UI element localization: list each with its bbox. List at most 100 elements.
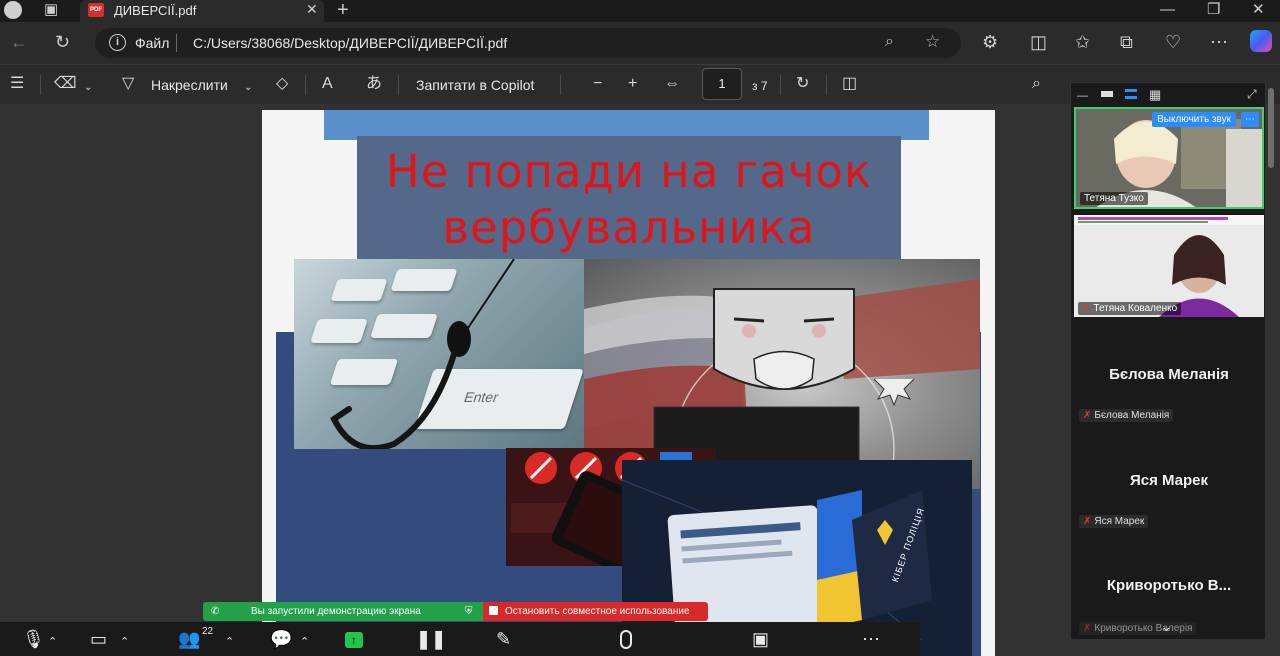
new-tab-icon[interactable]: + — [337, 0, 349, 20]
minimize-icon[interactable]: — — [1160, 0, 1175, 20]
mic-muted-icon: ✗ — [1082, 303, 1091, 314]
slide-title-line1: Не попади на гачок — [385, 145, 873, 198]
meeting-panel: — ▦ ⤢ Выключить звук ⋯ Тетяна Тузко ✗ Тет… — [1070, 82, 1266, 640]
pause-share-icon[interactable]: ❚❚ — [416, 629, 446, 649]
tab-actions-icon[interactable]: ▣ — [44, 0, 58, 20]
navigation-bar: ← ↻ i Файл C:/Users/38068/Desktop/ДИВЕРС… — [0, 22, 1280, 64]
more-options-icon[interactable]: ⋯ — [1210, 32, 1228, 52]
view-single-icon[interactable] — [1101, 91, 1113, 97]
phone-icon: ✆ — [211, 606, 220, 617]
rotate-icon[interactable]: ↻ — [796, 75, 809, 93]
toolbar-divider — [560, 75, 561, 95]
zoom-icon[interactable]: ⌕ — [885, 33, 894, 51]
chevron-up-icon[interactable]: ⌃ — [120, 632, 129, 652]
apps-icon[interactable]: ▣ — [752, 629, 769, 649]
share-notice: ✆ Вы запустили демонстрацию экрана ⛨ — [203, 602, 483, 621]
chevron-down-icon[interactable]: ⌄ — [244, 79, 252, 97]
slide-title-line2: вербувальника — [442, 201, 816, 254]
participant-name-text: Бєлова Меланія — [1094, 410, 1170, 421]
mic-muted-icon: ✗ — [1083, 623, 1092, 634]
split-screen-icon[interactable]: ◫ — [1030, 32, 1047, 52]
address-divider — [176, 34, 177, 52]
mute-participant-button[interactable]: Выключить звук — [1152, 112, 1236, 127]
info-icon[interactable]: i — [109, 34, 126, 51]
remote-control-icon[interactable] — [620, 630, 632, 649]
minimize-panel-icon[interactable]: — — [1077, 90, 1088, 102]
address-scheme: Файл — [135, 35, 170, 51]
more-icon[interactable]: ⋯ — [862, 629, 880, 649]
participants-icon[interactable]: 👥 — [178, 629, 200, 649]
page-view-icon[interactable]: ◫ — [842, 75, 857, 93]
mic-muted-icon: ✗ — [1083, 516, 1092, 527]
participant-name: ✗ Яся Марек — [1079, 515, 1149, 528]
fit-page-icon[interactable]: ⇔ — [664, 75, 680, 93]
pdf-page: Не попади на гачок вербувальника Enter К… — [262, 110, 995, 656]
ask-copilot-button[interactable]: Запитати в Copilot — [416, 76, 534, 94]
highlight-icon[interactable]: ⌫ — [54, 75, 77, 93]
view-strip-icon[interactable] — [1125, 89, 1137, 99]
translate-icon[interactable]: あ — [366, 75, 382, 93]
stop-share-button[interactable]: Остановить совместное использование — [483, 602, 708, 621]
eraser-icon[interactable]: ◇ — [276, 75, 288, 93]
share-notice-text: Вы запустили демонстрацию экрана — [251, 606, 421, 617]
stop-icon — [489, 606, 498, 615]
participant-name-text: Криворотько Валерія — [1094, 623, 1193, 634]
participant-name: Тетяна Тузко — [1080, 192, 1148, 205]
zoom-out-icon[interactable]: − — [593, 75, 602, 93]
shield-icon: ⛨ — [465, 606, 473, 617]
tab-pdf[interactable]: PDF ДИВЕРСІЇ.pdf ✕ — [80, 0, 324, 22]
zoom-in-icon[interactable]: + — [628, 75, 637, 93]
participant-count: 22 — [202, 626, 214, 637]
favorite-star-icon[interactable]: ☆ — [925, 32, 940, 52]
page-total: з 7 — [752, 79, 768, 93]
favorites-icon[interactable]: ✩ — [1075, 32, 1090, 52]
title-bar: ▣ PDF ДИВЕРСІЇ.pdf ✕ + — ❐ ✕ — [0, 0, 1280, 22]
search-icon[interactable]: ⌕ — [1032, 75, 1041, 93]
chevron-up-icon[interactable]: ⌃ — [225, 632, 234, 652]
slide-title: Не попади на гачок вербувальника — [357, 144, 901, 256]
fishing-hook-icon — [330, 259, 515, 449]
participant-tile[interactable]: Выключить звук ⋯ Тетяна Тузко — [1074, 107, 1264, 209]
chevron-down-icon[interactable]: ⌄ — [84, 79, 92, 97]
chevron-up-icon[interactable]: ⌃ — [300, 632, 309, 652]
microphone-icon[interactable]: 🎙 — [22, 629, 45, 649]
toolbar-divider — [826, 75, 827, 95]
chat-icon[interactable]: 💬 — [270, 629, 292, 649]
participant-tile[interactable]: ✗ Тетяна Коваленко — [1074, 215, 1264, 317]
scroll-down-icon[interactable]: ⌄ — [1161, 619, 1172, 635]
scrollbar[interactable] — [1268, 88, 1274, 168]
draw-icon[interactable]: ▽ — [122, 75, 134, 93]
chevron-up-icon[interactable]: ⌃ — [48, 632, 57, 652]
pdf-file-icon: PDF — [88, 3, 104, 17]
participant-name-text: Тетяна Коваленко — [1093, 303, 1178, 314]
copilot-icon[interactable] — [1250, 30, 1272, 52]
tab-title: ДИВЕРСІЇ.pdf — [114, 3, 197, 18]
keyboard-hook-image: Enter — [294, 259, 584, 449]
participant-name: ✗ Бєлова Меланія — [1079, 409, 1174, 422]
annotate-icon[interactable]: ✎ — [496, 629, 511, 649]
draw-button[interactable]: Накреслити — [151, 76, 228, 94]
toolbar-divider — [780, 75, 781, 95]
close-tab-icon[interactable]: ✕ — [306, 1, 318, 18]
collections-icon[interactable]: ⧉ — [1120, 32, 1133, 52]
page-number-input[interactable]: 1 — [702, 68, 742, 100]
more-options-icon[interactable]: ⋯ — [1241, 112, 1259, 127]
view-grid-icon[interactable]: ▦ — [1149, 87, 1161, 103]
extensions-icon[interactable]: ⚙ — [982, 32, 998, 52]
profile-icon[interactable] — [4, 1, 22, 19]
performance-icon[interactable]: ♡ — [1165, 32, 1181, 52]
participant-display-name: Яся Марек — [1129, 472, 1209, 489]
new-share-icon[interactable]: ↑ — [345, 632, 363, 648]
expand-icon[interactable]: ⤢ — [1247, 87, 1257, 102]
read-aloud-icon[interactable]: A — [322, 75, 333, 93]
address-url[interactable]: C:/Users/38068/Desktop/ДИВЕРСІЇ/ДИВЕРСІЇ… — [193, 35, 507, 51]
back-icon[interactable]: ← — [10, 32, 28, 52]
close-window-icon[interactable]: ✕ — [1252, 0, 1265, 20]
restore-icon[interactable]: ❐ — [1207, 0, 1220, 20]
refresh-icon[interactable]: ↻ — [55, 32, 70, 52]
participant-name: ✗ Тетяна Коваленко — [1078, 302, 1182, 315]
participant-name: ✗ Криворотько Валерія — [1079, 622, 1197, 635]
contents-icon[interactable]: ☰ — [10, 75, 24, 93]
video-camera-icon[interactable]: ▭ — [90, 629, 107, 649]
address-bar[interactable]: i Файл C:/Users/38068/Desktop/ДИВЕРСІЇ/Д… — [95, 28, 961, 58]
